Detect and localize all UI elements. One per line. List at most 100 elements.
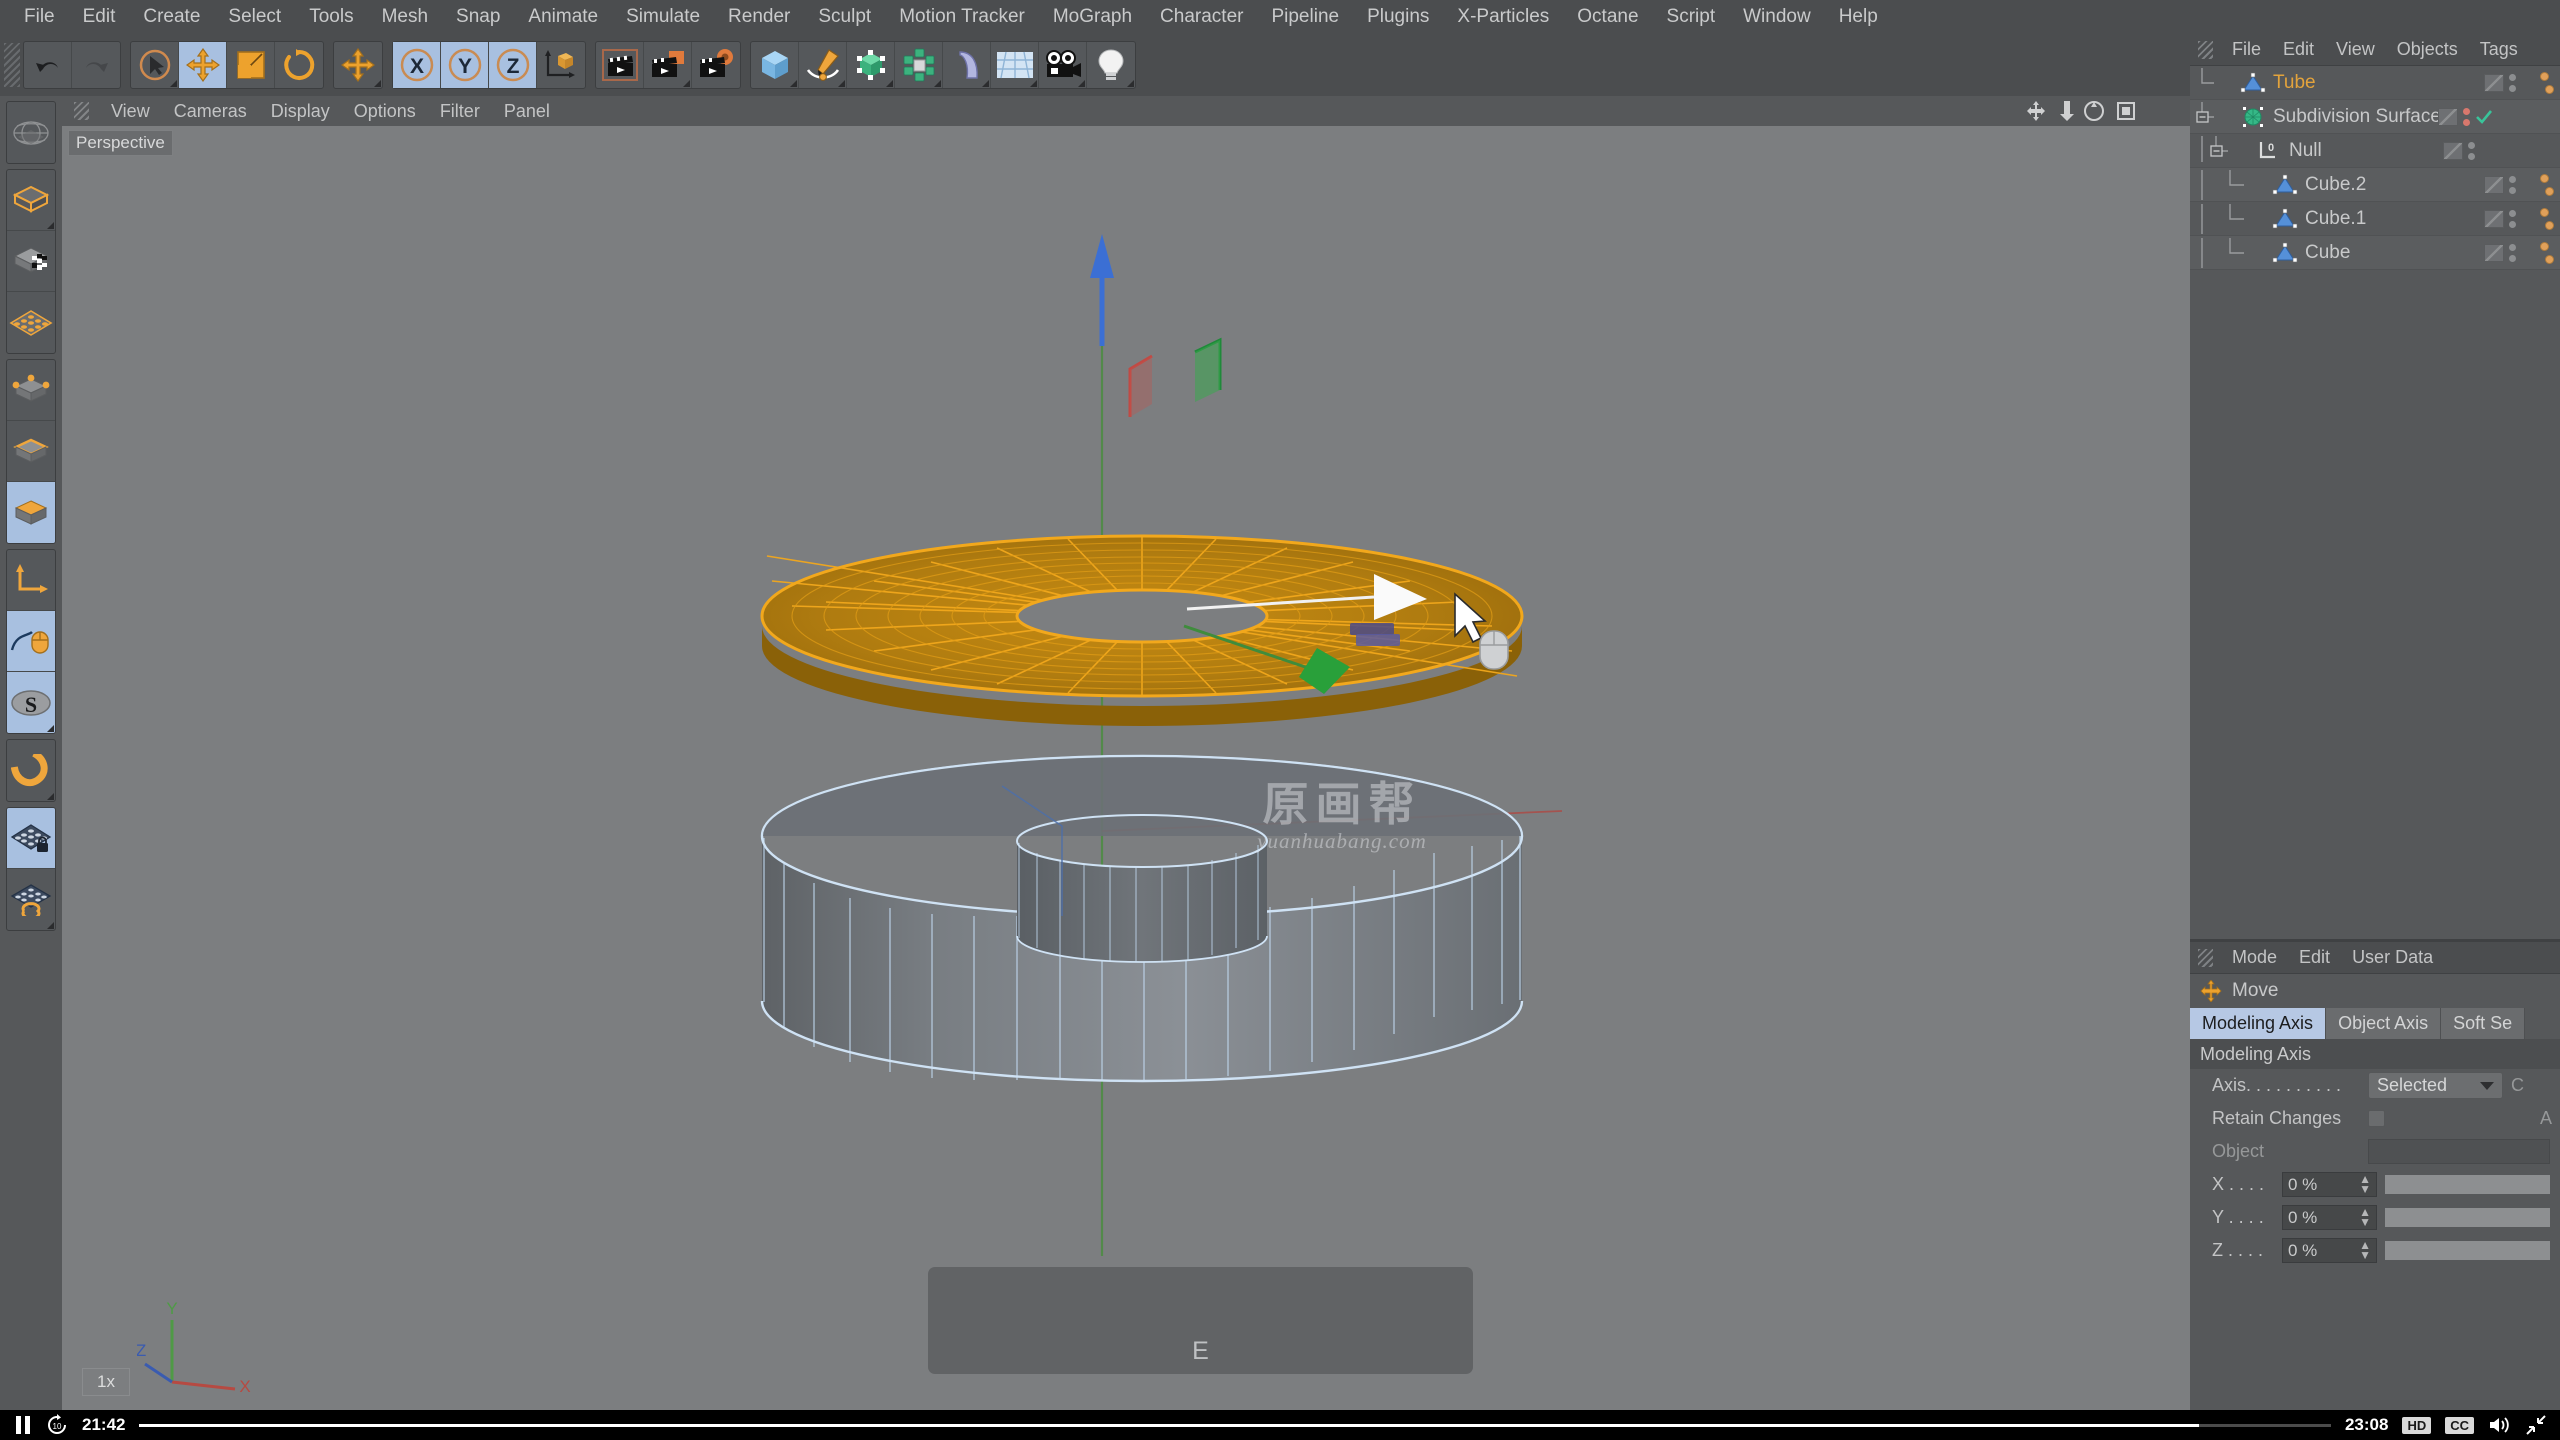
texture-mode-button[interactable]	[7, 231, 55, 292]
workplane-lock-button[interactable]	[7, 808, 55, 869]
objmgr-menu-edit[interactable]: Edit	[2272, 39, 2325, 60]
move-tool[interactable]	[179, 42, 227, 88]
menu-item-file[interactable]: File	[10, 0, 69, 34]
object-row-cube[interactable]: Cube	[2190, 236, 2560, 270]
attrmgr-menu-user-data[interactable]: User Data	[2341, 947, 2444, 968]
object-link-field[interactable]	[2368, 1139, 2550, 1164]
hd-badge[interactable]: HD	[2402, 1417, 2431, 1434]
viewport-menu-display[interactable]: Display	[259, 101, 342, 122]
visibility-toggle[interactable]	[2438, 108, 2458, 126]
progress-track[interactable]	[139, 1424, 2330, 1427]
viewport-menu-cameras[interactable]: Cameras	[162, 101, 259, 122]
objmgr-menu-file[interactable]: File	[2221, 39, 2272, 60]
menu-item-character[interactable]: Character	[1146, 0, 1257, 34]
menu-item-edit[interactable]: Edit	[69, 0, 130, 34]
visibility-toggle[interactable]	[2484, 74, 2504, 92]
viewport-solo-button[interactable]	[7, 611, 55, 672]
menu-item-animate[interactable]: Animate	[514, 0, 612, 34]
add-environment-button[interactable]	[991, 42, 1039, 88]
object-tree-empty-area[interactable]	[2190, 270, 2560, 939]
z-spinner-icon[interactable]: ▲▼	[2359, 1241, 2371, 1260]
workplane-align-button[interactable]	[7, 869, 55, 930]
attribute-manager-grip-icon[interactable]	[2198, 949, 2213, 967]
menu-item-render[interactable]: Render	[714, 0, 804, 34]
viewport-menu-options[interactable]: Options	[342, 101, 428, 122]
workplane-mode-button[interactable]	[7, 292, 55, 353]
scale-tool[interactable]	[227, 42, 275, 88]
retain-changes-checkbox[interactable]	[2368, 1110, 2385, 1127]
objmgr-menu-objects[interactable]: Objects	[2386, 39, 2469, 60]
render-settings-button[interactable]	[692, 42, 740, 88]
add-generator-button[interactable]	[847, 42, 895, 88]
menu-item-tools[interactable]: Tools	[295, 0, 367, 34]
visibility-dots[interactable]	[2509, 244, 2516, 262]
visibility-toggle[interactable]	[2443, 142, 2463, 160]
render-view-button[interactable]	[596, 42, 644, 88]
lock-z-axis[interactable]: Z	[489, 42, 537, 88]
y-number-field[interactable]: 0 % ▲▼	[2282, 1205, 2377, 1230]
menu-item-plugins[interactable]: Plugins	[1353, 0, 1443, 34]
polygons-mode-button[interactable]	[7, 482, 55, 543]
objmgr-menu-view[interactable]: View	[2325, 39, 2386, 60]
live-selection-tool[interactable]	[131, 42, 179, 88]
pause-button[interactable]	[14, 1415, 32, 1435]
material-tags[interactable]	[2540, 174, 2554, 196]
enable-axis-button[interactable]	[7, 550, 55, 611]
edges-mode-button[interactable]	[7, 421, 55, 482]
menu-item-help[interactable]: Help	[1825, 0, 1892, 34]
model-mode-button[interactable]	[7, 170, 55, 231]
viewport-grip-icon[interactable]	[74, 102, 89, 120]
viewport-canvas[interactable]: Perspective	[62, 126, 2190, 1410]
material-tags[interactable]	[2540, 242, 2554, 264]
objmgr-menu-tags[interactable]: Tags	[2469, 39, 2529, 60]
rewind-10-button[interactable]: 10	[46, 1414, 68, 1436]
object-row-subdivision-surface[interactable]: Subdivision Surface	[2190, 100, 2560, 134]
attrmgr-menu-mode[interactable]: Mode	[2221, 947, 2288, 968]
visibility-dots[interactable]	[2463, 108, 2470, 126]
add-camera-button[interactable]	[1039, 42, 1087, 88]
viewport-menu-panel[interactable]: Panel	[492, 101, 562, 122]
tab-soft-selection[interactable]: Soft Se	[2441, 1008, 2525, 1039]
add-deformer-button[interactable]	[943, 42, 991, 88]
tree-expand-icon[interactable]	[2196, 136, 2256, 166]
menu-item-octane[interactable]: Octane	[1563, 0, 1652, 34]
menu-item-mesh[interactable]: Mesh	[368, 0, 442, 34]
sculpt-symmetry-button[interactable]: S	[7, 672, 55, 733]
exit-fullscreen-button[interactable]	[2526, 1415, 2546, 1435]
visibility-toggle[interactable]	[2484, 244, 2504, 262]
visibility-dots[interactable]	[2509, 74, 2516, 92]
redo-button[interactable]	[72, 42, 120, 88]
move-duplicate-tool[interactable]	[334, 42, 382, 88]
attrmgr-menu-edit[interactable]: Edit	[2288, 947, 2341, 968]
add-array-button[interactable]	[895, 42, 943, 88]
material-tags[interactable]	[2540, 72, 2554, 94]
add-cube-button[interactable]	[751, 42, 799, 88]
render-to-picture-viewer-button[interactable]	[644, 42, 692, 88]
cc-badge[interactable]: CC	[2445, 1417, 2474, 1434]
viewport-menu-filter[interactable]: Filter	[428, 101, 492, 122]
material-tags[interactable]	[2540, 208, 2554, 230]
x-spinner-icon[interactable]: ▲▼	[2359, 1175, 2371, 1194]
object-manager-grip-icon[interactable]	[2198, 41, 2213, 59]
world-object-coordinate-toggle[interactable]	[537, 42, 585, 88]
menu-item-window[interactable]: Window	[1729, 0, 1825, 34]
object-row-cube-2[interactable]: Cube.2	[2190, 168, 2560, 202]
viewport-zoom-indicator[interactable]: 1x	[82, 1368, 130, 1396]
menu-item-pipeline[interactable]: Pipeline	[1257, 0, 1353, 34]
menu-item-snap[interactable]: Snap	[442, 0, 514, 34]
rotate-tool[interactable]	[275, 42, 323, 88]
visibility-dots[interactable]	[2509, 210, 2516, 228]
axis-dropdown[interactable]: Selected	[2368, 1072, 2503, 1099]
z-slider[interactable]	[2385, 1241, 2550, 1260]
x-slider[interactable]	[2385, 1175, 2550, 1194]
visibility-dots[interactable]	[2468, 142, 2475, 160]
menu-item-select[interactable]: Select	[214, 0, 295, 34]
undo-button[interactable]	[24, 42, 72, 88]
make-editable-button[interactable]	[7, 102, 55, 163]
object-row-cube-1[interactable]: Cube.1	[2190, 202, 2560, 236]
tree-expand-icon[interactable]	[2196, 102, 2240, 132]
tab-modeling-axis[interactable]: Modeling Axis	[2190, 1008, 2326, 1039]
menu-item-simulate[interactable]: Simulate	[612, 0, 714, 34]
enabled-check-icon[interactable]	[2475, 109, 2493, 125]
visibility-dots[interactable]	[2509, 176, 2516, 194]
